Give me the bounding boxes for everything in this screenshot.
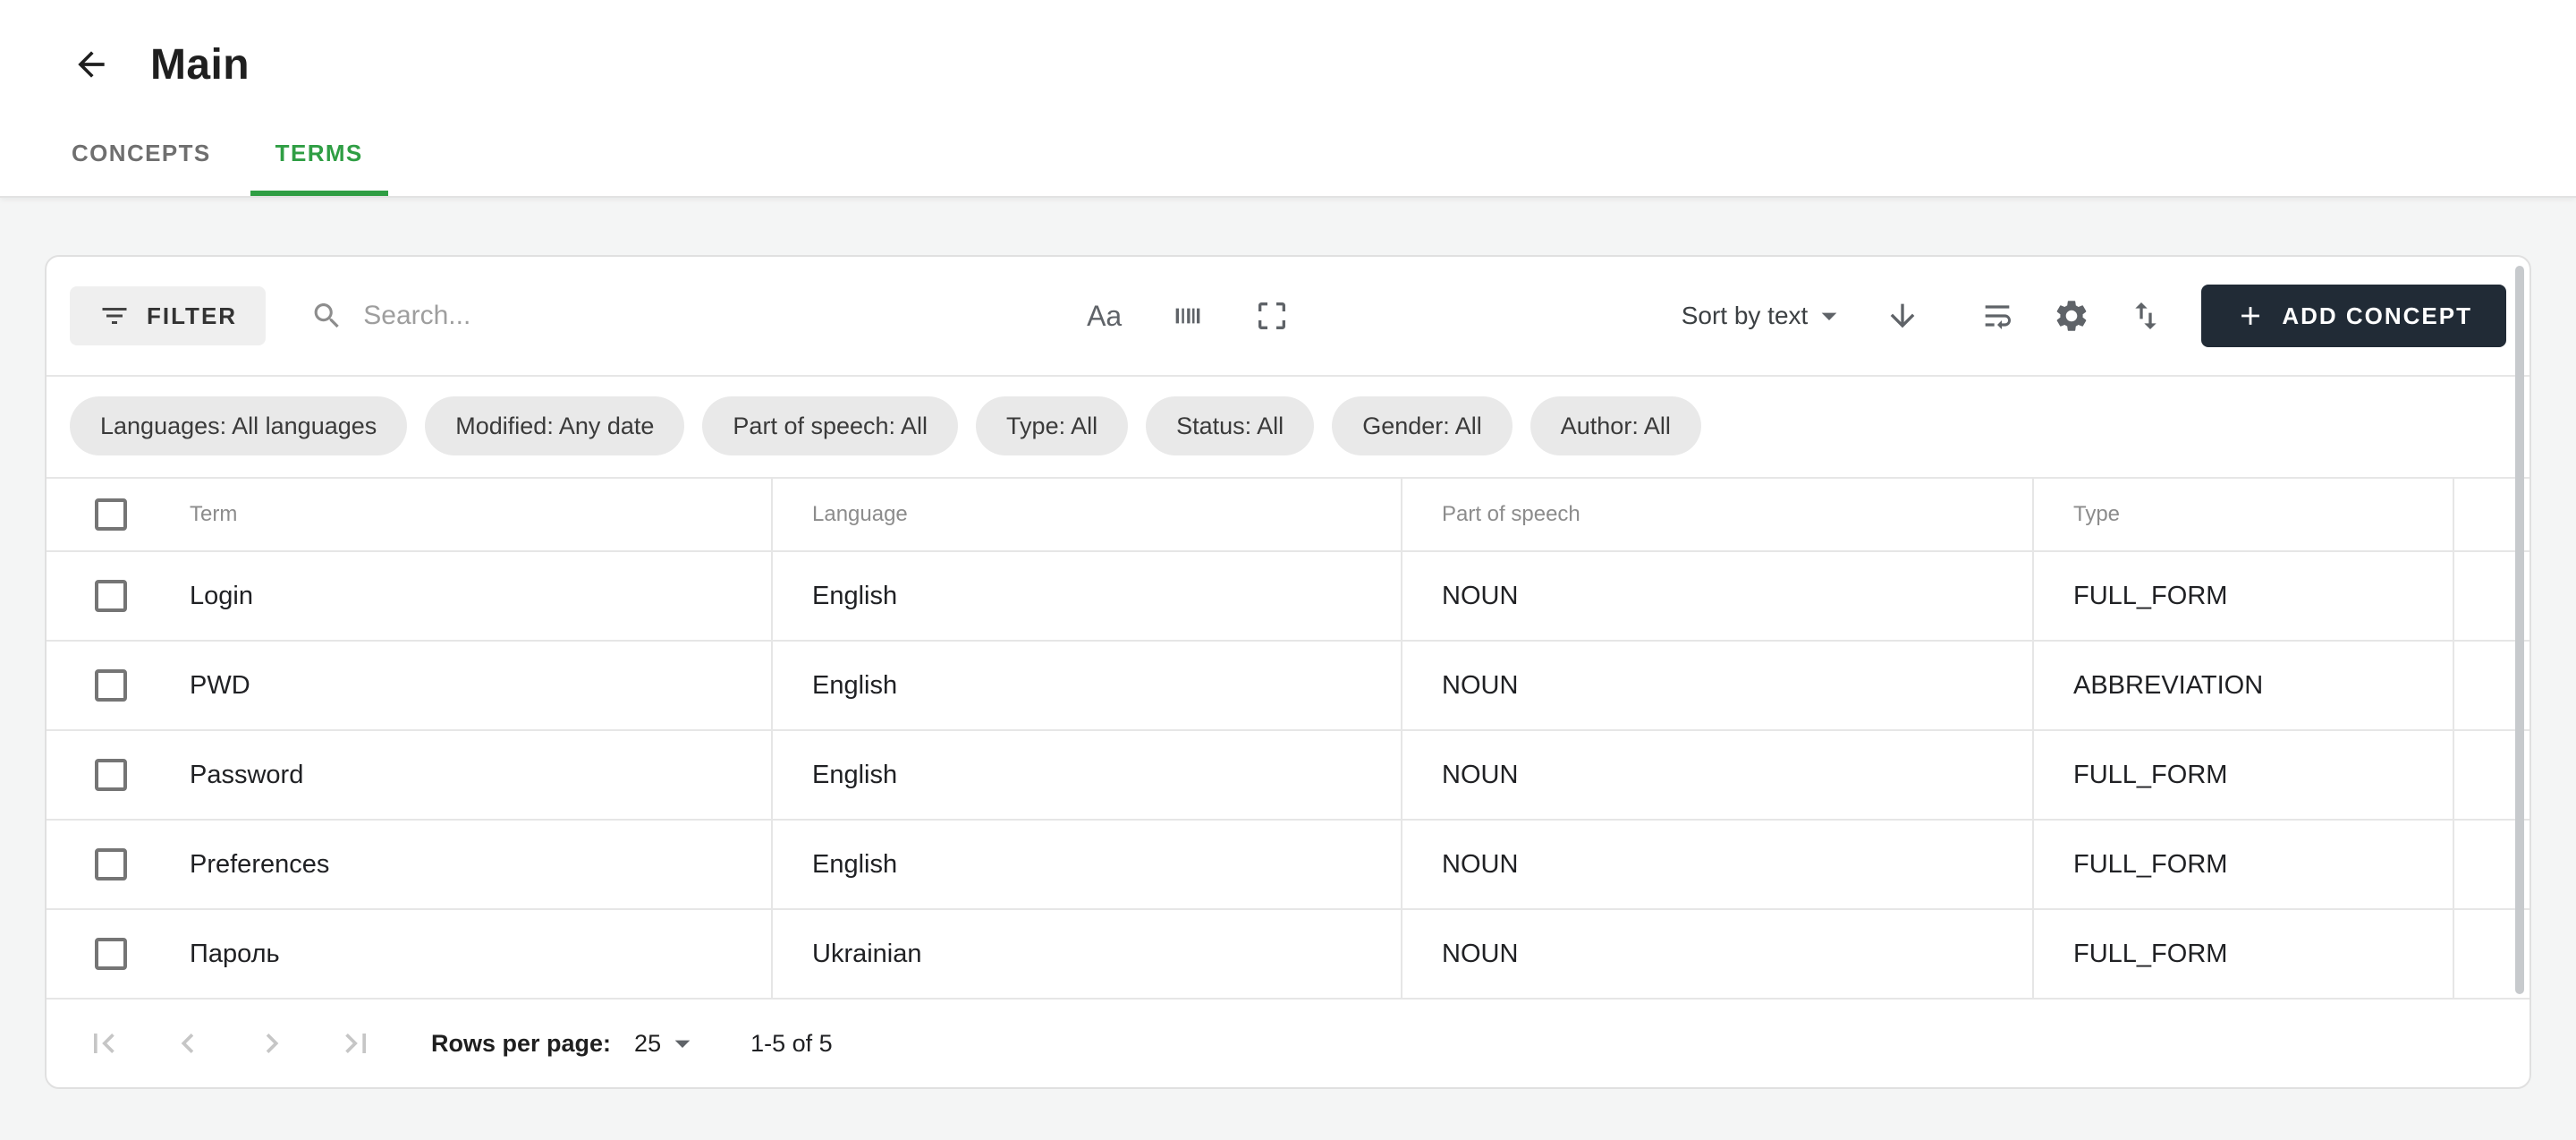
filter-chip-status[interactable]: Status: All	[1146, 396, 1314, 455]
search-box	[310, 298, 1062, 334]
settings-button[interactable]	[2053, 297, 2090, 335]
table-row[interactable]: Preferences English NOUN FULL_FORM	[47, 821, 2529, 910]
language-cell: Ukrainian	[812, 940, 922, 969]
pagination-next-button[interactable]	[250, 1022, 293, 1065]
pagination-first-button[interactable]	[82, 1022, 125, 1065]
filter-chip-author[interactable]: Author: All	[1530, 396, 1701, 455]
wrap-text-button[interactable]	[1979, 298, 2015, 334]
row-checkbox[interactable]	[95, 669, 127, 702]
sort-by-dropdown[interactable]: Sort by text	[1682, 298, 1848, 334]
type-cell: FULL_FORM	[2073, 761, 2227, 790]
back-button[interactable]	[72, 45, 111, 84]
term-cell: Password	[190, 761, 303, 790]
sort-direction-button[interactable]	[1885, 298, 1920, 334]
term-cell: PWD	[190, 671, 250, 701]
term-cell: Preferences	[190, 850, 329, 880]
terms-table: Term Language Part of speech Type Login …	[47, 479, 2529, 1000]
table-row[interactable]: PWD English NOUN ABBREVIATION	[47, 642, 2529, 731]
chevron-right-icon	[252, 1024, 292, 1063]
crop-free-icon	[1254, 298, 1290, 334]
tab-terms[interactable]: TERMS	[250, 111, 388, 196]
row-checkbox[interactable]	[95, 580, 127, 612]
term-cell: Login	[190, 582, 253, 611]
tab-concepts[interactable]: CONCEPTS	[47, 111, 236, 196]
last-page-icon	[336, 1024, 376, 1063]
wrap-text-icon	[1979, 298, 2015, 334]
import-export-button[interactable]	[2128, 298, 2164, 334]
terms-panel: FILTER Aa Sort by text	[45, 255, 2531, 1089]
arrow-down-icon	[1885, 298, 1920, 334]
language-cell: English	[812, 582, 897, 611]
row-checkbox[interactable]	[95, 848, 127, 881]
filter-chip-type[interactable]: Type: All	[976, 396, 1128, 455]
row-checkbox[interactable]	[95, 759, 127, 791]
part-of-speech-cell: NOUN	[1442, 582, 1518, 611]
language-cell: English	[812, 850, 897, 880]
filter-icon	[98, 300, 131, 332]
filter-chip-modified[interactable]: Modified: Any date	[425, 396, 684, 455]
search-icon	[310, 298, 343, 334]
column-header-type: Type	[2073, 502, 2120, 527]
type-cell: FULL_FORM	[2073, 850, 2227, 880]
column-header-term: Term	[190, 502, 237, 527]
barcode-button[interactable]	[1170, 298, 1206, 334]
part-of-speech-cell: NOUN	[1442, 761, 1518, 790]
plus-icon	[2235, 301, 2266, 331]
filter-button[interactable]: FILTER	[70, 286, 266, 345]
app-header: Main CONCEPTS TERMS	[0, 0, 2576, 198]
part-of-speech-cell: NOUN	[1442, 671, 1518, 701]
language-cell: English	[812, 671, 897, 701]
add-concept-button[interactable]: ADD CONCEPT	[2201, 285, 2506, 347]
table-row[interactable]: Login English NOUN FULL_FORM	[47, 552, 2529, 642]
vertical-scrollbar[interactable]	[2515, 266, 2524, 994]
page-title: Main	[150, 40, 250, 89]
match-case-icon[interactable]: Aa	[1087, 300, 1122, 333]
term-cell: Пароль	[190, 940, 280, 969]
table-row[interactable]: Пароль Ukrainian NOUN FULL_FORM	[47, 910, 2529, 1000]
sort-by-label: Sort by text	[1682, 302, 1809, 330]
search-option-icons: Aa	[1087, 298, 1290, 334]
pagination-last-button[interactable]	[335, 1022, 377, 1065]
rows-per-page-value: 25	[634, 1030, 661, 1058]
import-export-icon	[2128, 298, 2164, 334]
filter-button-label: FILTER	[147, 302, 237, 330]
arrow-left-icon	[72, 45, 111, 84]
filter-chip-part-of-speech[interactable]: Part of speech: All	[702, 396, 958, 455]
barcode-icon	[1170, 298, 1206, 334]
dropdown-caret-icon	[665, 1025, 700, 1061]
filter-chip-gender[interactable]: Gender: All	[1332, 396, 1513, 455]
table-row[interactable]: Password English NOUN FULL_FORM	[47, 731, 2529, 821]
first-page-icon	[84, 1024, 123, 1063]
pagination-range: 1-5 of 5	[750, 1030, 833, 1058]
table-header-row: Term Language Part of speech Type	[47, 479, 2529, 552]
row-checkbox[interactable]	[95, 938, 127, 970]
column-header-part-of-speech: Part of speech	[1442, 502, 1580, 527]
part-of-speech-cell: NOUN	[1442, 850, 1518, 880]
toolbar-right-group: Sort by text ADD CONCEPT	[1682, 285, 2506, 347]
language-cell: English	[812, 761, 897, 790]
title-row: Main	[72, 25, 2504, 104]
toolbar: FILTER Aa Sort by text	[47, 257, 2529, 377]
part-of-speech-cell: NOUN	[1442, 940, 1518, 969]
gear-icon	[2053, 297, 2090, 335]
pagination-bar: Rows per page: 25 1-5 of 5	[47, 1000, 2529, 1087]
pagination-prev-button[interactable]	[166, 1022, 209, 1065]
column-header-language: Language	[812, 502, 908, 527]
type-cell: ABBREVIATION	[2073, 671, 2263, 701]
select-all-checkbox[interactable]	[95, 498, 127, 531]
rows-per-page-select[interactable]: 25	[634, 1025, 700, 1061]
chevron-left-icon	[168, 1024, 208, 1063]
dropdown-caret-icon	[1811, 298, 1847, 334]
rows-per-page-label: Rows per page:	[431, 1030, 611, 1058]
tab-bar: CONCEPTS TERMS	[47, 111, 2504, 196]
type-cell: FULL_FORM	[2073, 940, 2227, 969]
search-input[interactable]	[363, 301, 1062, 331]
filter-chip-languages[interactable]: Languages: All languages	[70, 396, 407, 455]
add-concept-label: ADD CONCEPT	[2282, 302, 2472, 330]
selection-frame-button[interactable]	[1254, 298, 1290, 334]
type-cell: FULL_FORM	[2073, 582, 2227, 611]
filter-chip-row: Languages: All languages Modified: Any d…	[47, 377, 2529, 479]
